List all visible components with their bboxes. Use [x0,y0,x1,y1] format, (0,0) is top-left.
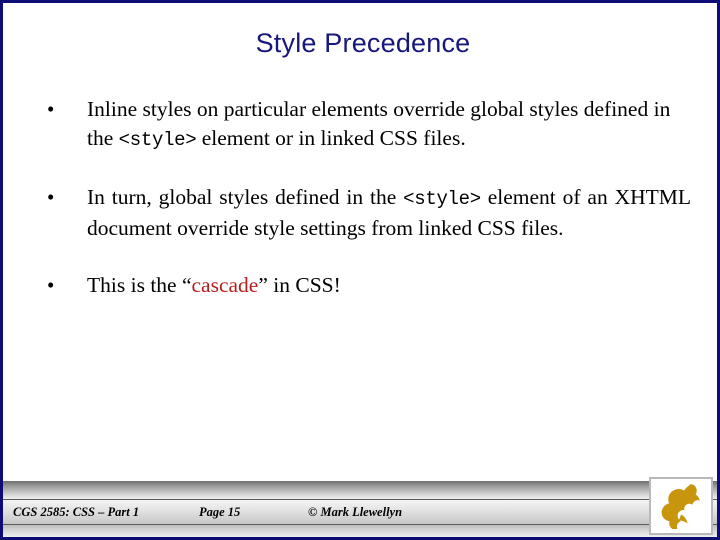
footer-page-number: Page 15 [199,505,241,519]
footer-copyright: © Mark Llewellyn [308,505,403,519]
text-run: In turn, global styles defined in the [87,185,404,209]
bullet-marker-icon: • [47,185,55,209]
footer-band-top [3,481,717,499]
list-item: • This is the “cascade” in CSS! [39,271,691,300]
inline-code: <style> [118,129,197,151]
list-item: • Inline styles on particular elements ov… [39,95,691,155]
text-run: ” in CSS! [258,273,341,297]
footer-band-bottom [3,525,717,537]
bullet-marker-icon: • [47,273,55,297]
pegasus-icon [661,484,700,529]
footer-course-label: CGS 2585: CSS – Part 1 [13,505,140,519]
list-item: • In turn, global styles defined in the <… [39,183,691,243]
bullet-cascade: This is the “cascade” in CSS! [87,271,691,300]
ucf-pegasus-logo [649,477,713,535]
cascade-keyword: cascade [191,273,259,297]
bullet-list: • Inline styles on particular elements ov… [39,95,691,328]
page-title: Style Precedence [255,28,471,58]
bullet-global-override: In turn, global styles defined in the <s… [87,183,691,243]
inline-code: <style> [403,188,481,210]
bullet-marker-icon: • [47,97,55,121]
text-run: element or in linked CSS files. [196,126,466,150]
bullet-inline-override: Inline styles on particular elements ove… [87,95,691,155]
text-run: This is the “ [87,273,192,297]
slide-canvas: Style Precedence • Inline styles on parti… [0,0,720,540]
slide-footer: CGS 2585: CSS – Part 1 Page 15 © Mark Ll… [3,481,717,537]
